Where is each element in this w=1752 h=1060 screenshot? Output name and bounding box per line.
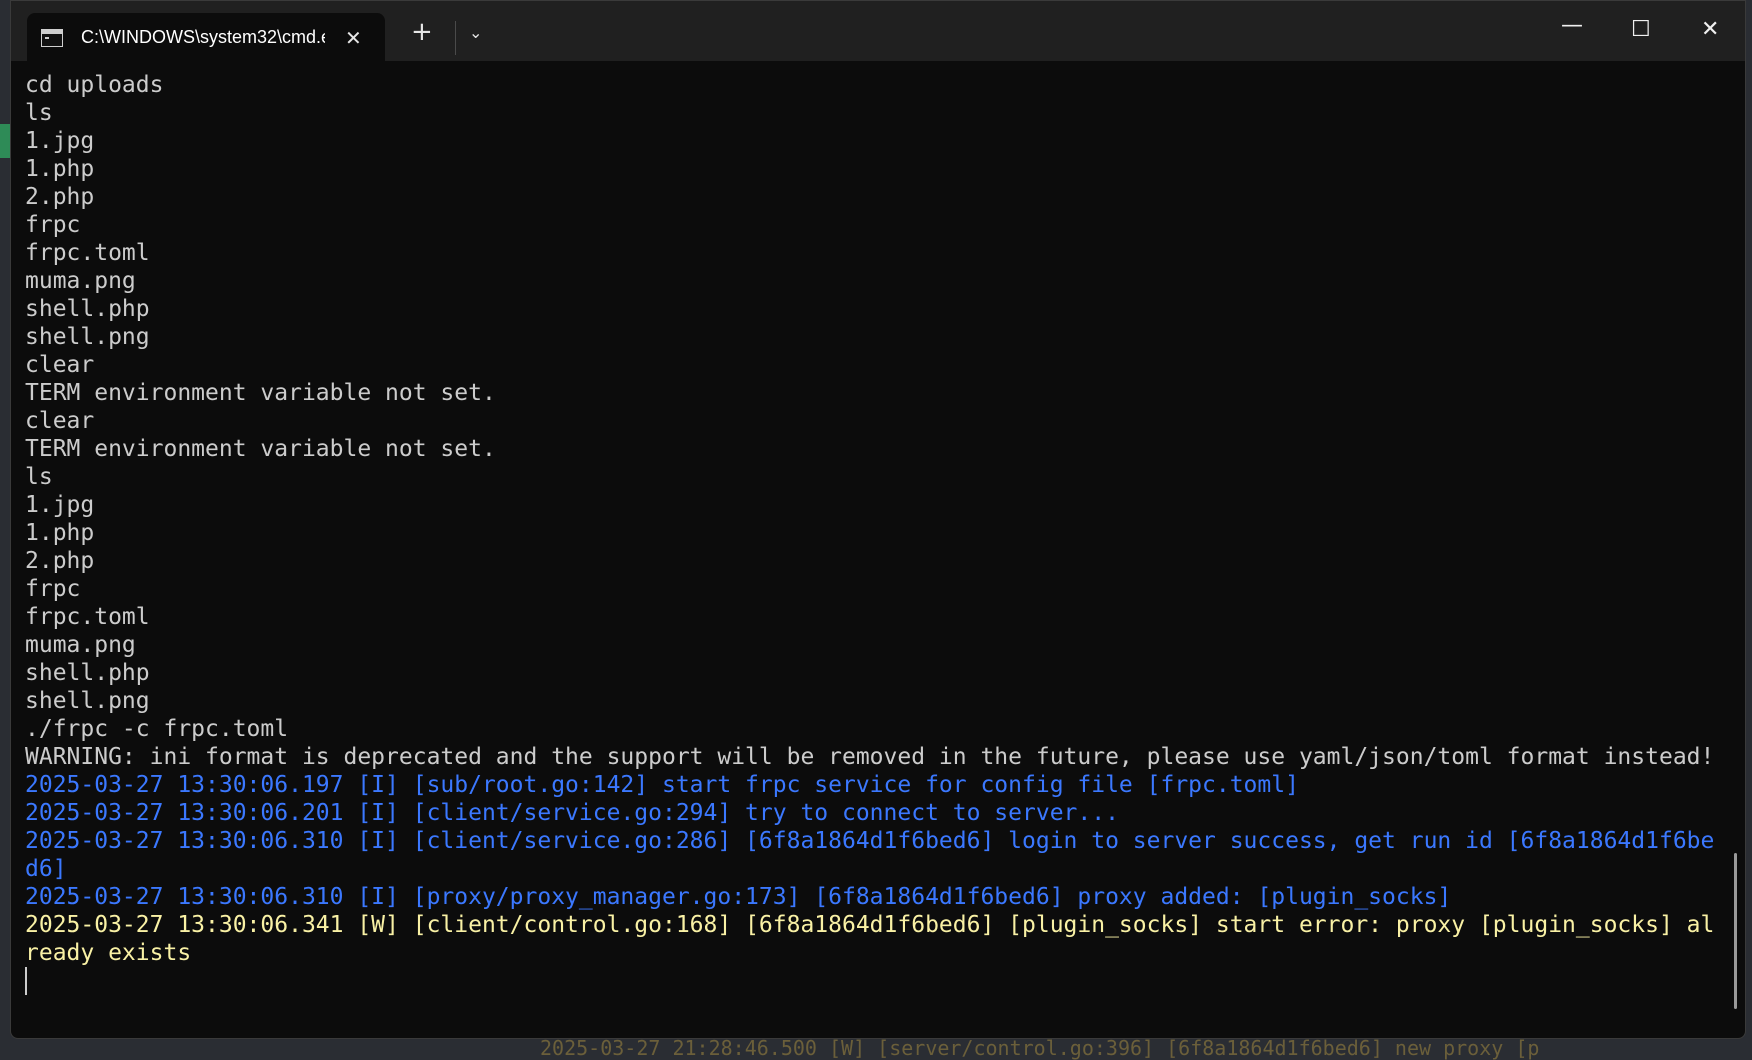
tab-close-button[interactable]: ✕ (345, 26, 362, 50)
terminal-line: WARNING: ini format is deprecated and th… (25, 744, 1715, 770)
tab-divider (455, 21, 456, 55)
terminal-line: shell.png (25, 324, 150, 350)
terminal-line: 2025-03-27 13:30:06.310 [I] [client/serv… (25, 828, 1715, 882)
scrollbar-thumb[interactable] (1734, 853, 1737, 1009)
tab-cmd[interactable]: C:\WINDOWS\system32\cmd.exe ✕ (27, 13, 385, 62)
terminal-line: shell.php (25, 296, 150, 322)
terminal-line: frpc.toml (25, 604, 150, 630)
tab-title: C:\WINDOWS\system32\cmd.exe (81, 27, 325, 47)
minimize-button[interactable]: — (1561, 13, 1583, 38)
terminal-line: cd uploads (25, 72, 164, 98)
title-bar[interactable]: C:\WINDOWS\system32\cmd.exe ✕ + ⌄ — ☐ ✕ (11, 1, 1745, 62)
terminal-line: 1.jpg (25, 128, 95, 154)
terminal-line: 1.php (25, 156, 95, 182)
text-cursor (25, 967, 27, 995)
maximize-button[interactable]: ☐ (1631, 17, 1651, 42)
terminal-line: muma.png (25, 632, 136, 658)
tab-dropdown-button[interactable]: ⌄ (469, 23, 482, 42)
background-window-accent (0, 124, 10, 158)
new-tab-button[interactable]: + (411, 19, 433, 45)
background-window-text: 2025-03-27 21:28:46.500 [W] [server/cont… (540, 1036, 1540, 1060)
terminal-line: frpc (25, 576, 81, 602)
terminal-line: 2025-03-27 13:30:06.310 [I] [proxy/proxy… (25, 884, 1452, 910)
terminal-line: 2.php (25, 184, 95, 210)
terminal-line: clear (25, 352, 95, 378)
terminal-line: ./frpc -c frpc.toml (25, 716, 289, 742)
close-window-button[interactable]: ✕ (1701, 17, 1719, 42)
terminal-line: 1.php (25, 520, 95, 546)
terminal-line: TERM environment variable not set. (25, 380, 496, 406)
terminal-output[interactable]: cd uploads ls 1.jpg 1.php 2.php frpc frpc.toml… (25, 71, 1721, 1038)
terminal-line: clear (25, 408, 95, 434)
terminal-line: ls (25, 100, 53, 126)
terminal-line: shell.png (25, 688, 150, 714)
terminal-line: shell.php (25, 660, 150, 686)
terminal-line: 2025-03-27 13:30:06.201 [I] [client/serv… (25, 800, 1119, 826)
terminal-line: ls (25, 464, 53, 490)
terminal-line: 2025-03-27 13:30:06.197 [I] [sub/root.go… (25, 772, 1299, 798)
terminal-line: frpc (25, 212, 81, 238)
terminal-line: 2.php (25, 548, 95, 574)
terminal-line: 1.jpg (25, 492, 95, 518)
terminal-line: muma.png (25, 268, 136, 294)
console-icon (41, 28, 63, 47)
terminal-line: TERM environment variable not set. (25, 436, 496, 462)
terminal-line: frpc.toml (25, 240, 150, 266)
terminal-window: C:\WINDOWS\system32\cmd.exe ✕ + ⌄ — ☐ ✕ … (10, 0, 1746, 1039)
terminal-line: 2025-03-27 13:30:06.341 [W] [client/cont… (25, 912, 1715, 966)
